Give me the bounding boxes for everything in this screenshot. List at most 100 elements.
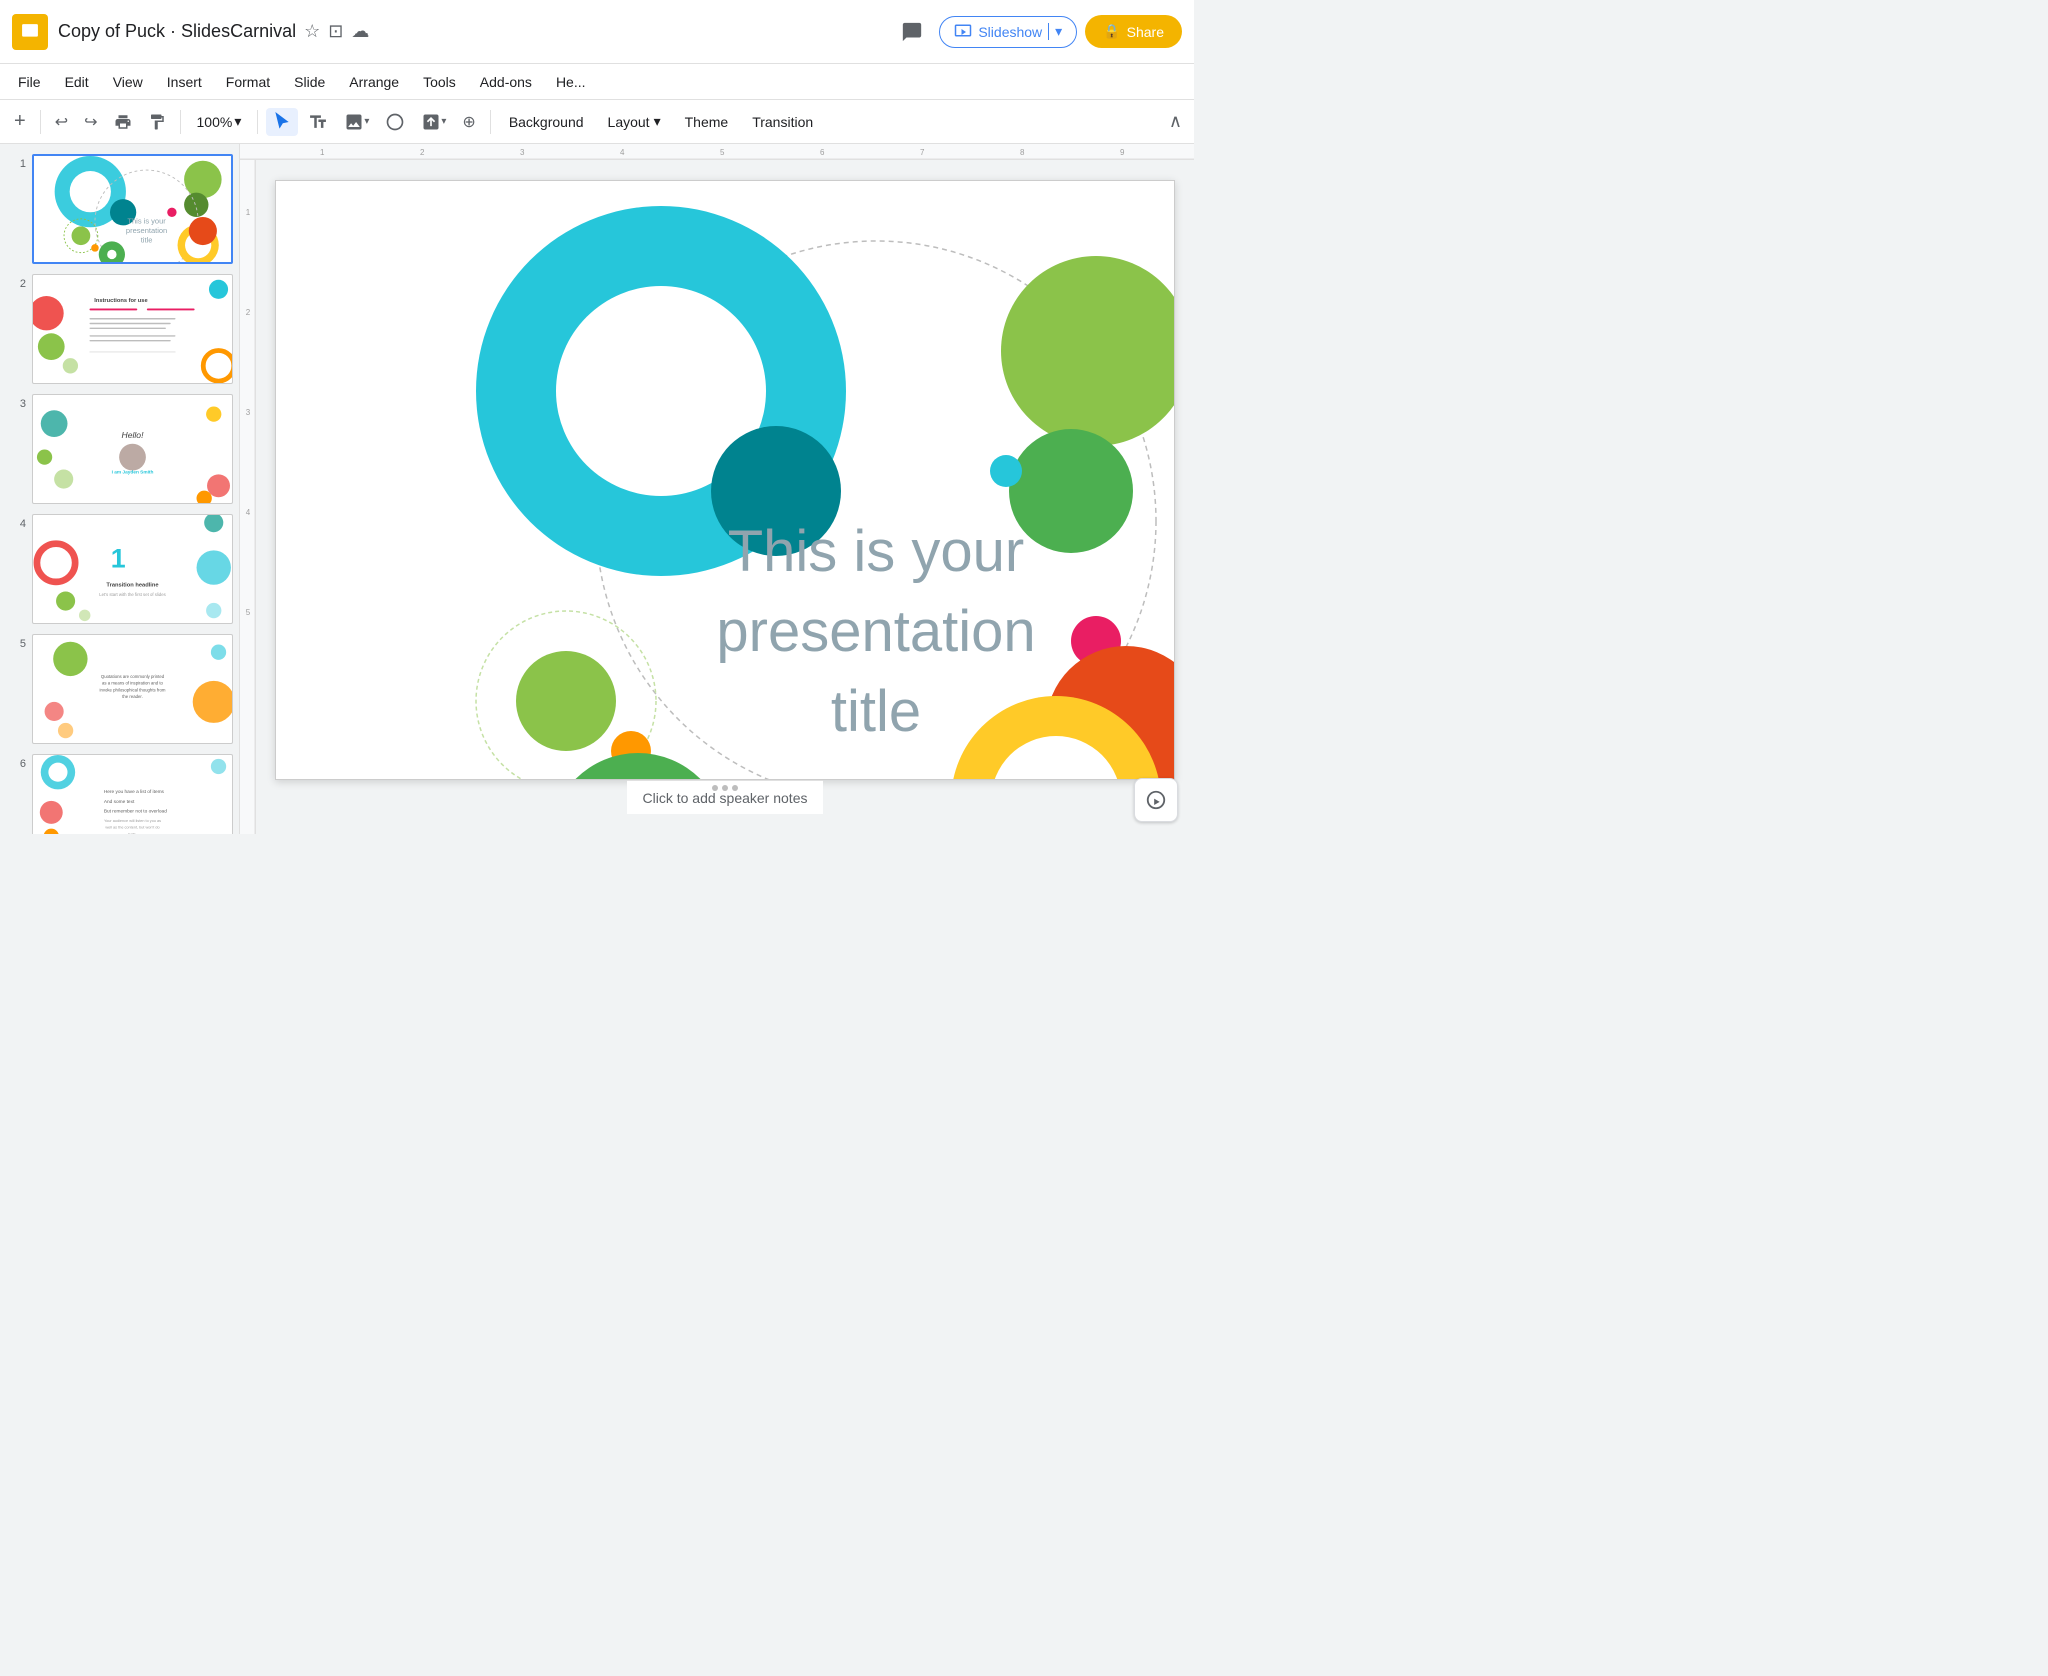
menu-addons[interactable]: Add-ons [470,70,542,94]
svg-text:4: 4 [620,148,625,157]
ruler-v-area: 1 2 3 4 5 [240,160,1194,834]
svg-text:invoke philosophical thoughts: invoke philosophical thoughts from [100,687,166,692]
speaker-notes[interactable]: Click to add speaker notes [627,780,824,814]
select-tool-button[interactable] [266,108,298,136]
zoom-label: 100% [197,114,233,130]
svg-text:presentation: presentation [716,599,1035,664]
layout-button[interactable]: Layout ▾ [598,109,671,134]
toolbar-sep-4 [490,110,491,134]
slide-num-1: 1 [6,158,26,170]
horizontal-ruler: 1 2 3 4 5 6 7 8 9 [240,144,1194,160]
notes-drag-handle [712,785,738,791]
paint-format-button[interactable] [142,109,172,135]
svg-text:title: title [141,235,153,244]
bookmark-icon[interactable]: ⊡ [328,21,343,42]
content-area: 1 2 3 4 5 6 7 8 9 1 2 3 4 5 [240,144,1194,834]
svg-text:2: 2 [246,308,251,317]
menu-slide[interactable]: Slide [284,70,335,94]
slide-thumb-2[interactable]: 2 Instructions for use [4,272,235,386]
zoom-button[interactable]: 100% ▾ [189,109,250,134]
slide-thumb-1[interactable]: 1 [4,152,235,266]
menu-tools[interactable]: Tools [413,70,466,94]
svg-text:7: 7 [920,148,925,157]
slide-canvas[interactable]: This is your presentation title [275,180,1175,780]
slide-preview-4: 1 Transition headline Let's start with t… [32,514,233,624]
svg-text:This is your: This is your [728,519,1025,584]
svg-text:8: 8 [1020,148,1025,157]
menu-insert[interactable]: Insert [157,70,212,94]
slide-preview-5: Quotations are commonly printed as a mea… [32,634,233,744]
svg-text:3: 3 [246,408,251,417]
menu-bar: File Edit View Insert Format Slide Arran… [0,64,1194,100]
slide-num-3: 3 [6,398,26,410]
slide-num-5: 5 [6,638,26,650]
svg-text:This is your: This is your [127,217,166,226]
svg-text:both.: both. [128,832,136,834]
image-tool-button[interactable]: ▾ [338,108,375,136]
star-icon[interactable]: ☆ [304,21,320,42]
present-dropdown[interactable]: ▾ [1048,23,1062,40]
slide-thumb-6[interactable]: 6 Here you have a list of items And some… [4,752,235,834]
svg-text:2: 2 [420,148,425,157]
transition-button[interactable]: Transition [742,110,823,134]
svg-text:Hello!: Hello! [122,430,145,440]
textbox-tool-button[interactable] [302,108,334,136]
slide-num-6: 6 [6,758,26,770]
main-layout: 1 [0,144,1194,834]
transition-label: Transition [752,114,813,130]
svg-text:Quotations are commonly printe: Quotations are commonly printed [101,674,165,679]
toolbar-collapse-button[interactable]: ∧ [1165,107,1186,136]
menu-file[interactable]: File [8,70,51,94]
print-button[interactable] [108,109,138,135]
svg-text:4: 4 [246,508,251,517]
svg-text:1: 1 [111,544,126,574]
menu-arrange[interactable]: Arrange [339,70,409,94]
speaker-notes-placeholder: Click to add speaker notes [643,790,808,806]
slide-thumb-4[interactable]: 4 1 Transition headline Let's start with… [4,512,235,626]
undo-button[interactable]: ↩ [49,108,74,136]
slide-thumb-3[interactable]: 3 Hello! I am Jayden Smith [4,392,235,506]
image-arrow-icon: ▾ [364,116,369,127]
top-right-actions: Slideshow ▾ 🔒 Share [893,13,1182,51]
svg-text:And some text: And some text [104,799,135,805]
vertical-ruler: 1 2 3 4 5 [240,160,256,834]
svg-text:the reader.: the reader. [122,694,143,699]
slide-preview-2: Instructions for use [32,274,233,384]
toolbar-sep-1 [40,110,41,134]
background-button[interactable]: Background [499,110,594,134]
svg-text:Let's start with the first set: Let's start with the first set of slides [99,592,165,597]
layout-label: Layout [608,114,650,130]
plus-tool-button[interactable]: ⊕ [456,108,481,136]
theme-button[interactable]: Theme [675,110,739,134]
layout-arrow-icon: ▾ [654,113,661,130]
cloud-icon[interactable]: ☁ [351,21,369,42]
svg-text:as a means of inspiration and: as a means of inspiration and to [102,681,164,686]
menu-format[interactable]: Format [216,70,280,94]
present-label: Slideshow [978,24,1042,40]
share-button[interactable]: 🔒 Share [1085,15,1182,48]
slide-preview-1: This is your presentation title [32,154,233,264]
menu-help[interactable]: He... [546,70,596,94]
menu-edit[interactable]: Edit [55,70,99,94]
add-slide-button[interactable]: + [8,106,32,137]
svg-text:But remember not to overload: But remember not to overload [104,808,167,814]
background-label: Background [509,114,584,130]
svg-text:Transition headline: Transition headline [106,583,158,589]
top-bar: Copy of Puck · SlidesCarnival ☆ ⊡ ☁ Slid… [0,0,1194,64]
svg-text:1: 1 [246,208,251,217]
svg-text:I am Jayden Smith: I am Jayden Smith [112,469,154,475]
slide-preview-3: Hello! I am Jayden Smith [32,394,233,504]
toolbar-sep-3 [257,110,258,134]
comment-button[interactable] [893,13,931,51]
menu-view[interactable]: View [103,70,153,94]
line-tool-button[interactable]: ▾ [415,108,452,136]
svg-text:Here you have a list of items: Here you have a list of items [104,789,165,795]
redo-button[interactable]: ↪ [78,108,103,136]
fab-button[interactable] [1134,778,1178,822]
slide-thumb-5[interactable]: 5 Quotations are commonly printed as a m… [4,632,235,746]
present-button[interactable]: Slideshow ▾ [939,16,1077,48]
title-icons: ☆ ⊡ ☁ [304,21,369,42]
toolbar: + ↩ ↪ 100% ▾ ▾ [0,100,1194,144]
svg-text:Instructions for use: Instructions for use [94,298,147,304]
shape-tool-button[interactable] [379,108,411,136]
